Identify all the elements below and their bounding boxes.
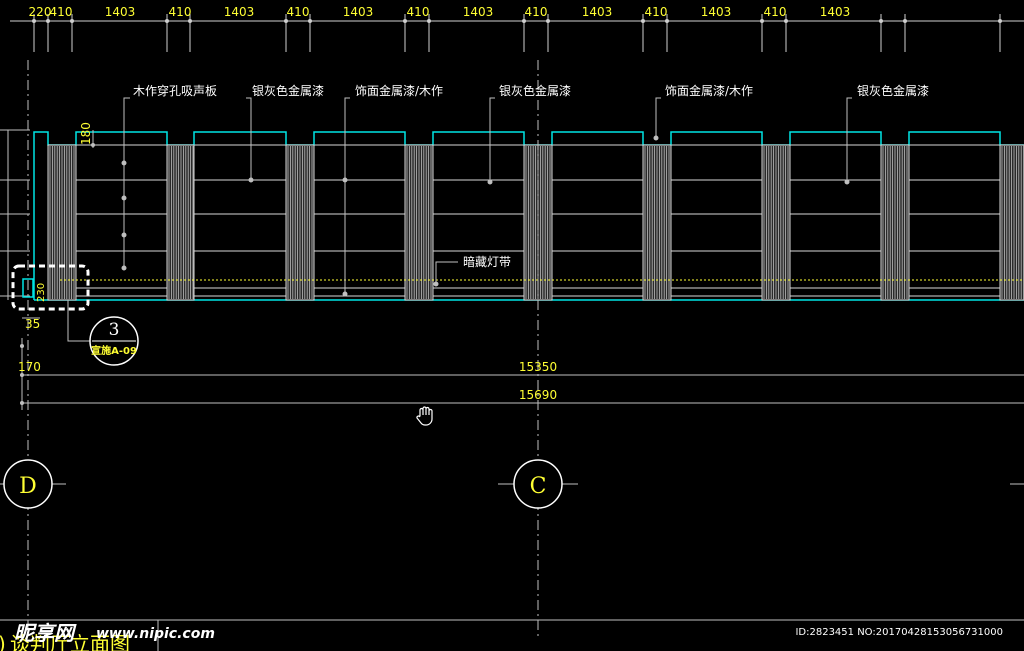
dim-15690: 15690 [519, 388, 557, 402]
dim-tick-dot [165, 19, 169, 23]
callout-perforated-panel: 木作穿孔吸声板 [133, 83, 217, 98]
small-dimensions: 35 170 [18, 317, 41, 410]
detail-marker[interactable]: 3 宣施A-09 [89, 316, 139, 366]
dim-tick-dot [70, 19, 74, 23]
detail-marker-number: 3 [109, 320, 120, 340]
watermark-url: www.nipic.com [96, 626, 215, 642]
overall-dimensions: 15350 15690 [20, 360, 1024, 404]
top-dim-label: 1403 [224, 5, 255, 19]
top-dim-label: 220 [29, 5, 52, 19]
watermark: 昵享网 www.nipic.com ID:2823451 NO:20170428… [14, 621, 1003, 645]
callout-hidden-light-strip: 暗藏灯带 [463, 254, 511, 269]
fluted-pilaster [404, 144, 434, 301]
top-dimension-chain: 220410 1403 410 1403 410 1403 410 1403 410 1403 41… [10, 5, 1024, 52]
dim-35: 35 [25, 317, 40, 331]
pan-hand-cursor-icon [416, 406, 433, 426]
dim-tick-dot [522, 19, 526, 23]
grid-axis-c: C [498, 459, 578, 509]
left-frame-lines [0, 60, 30, 640]
top-dim-label: 410 [169, 5, 192, 19]
fluted-pilaster [880, 144, 910, 301]
detail-leader [67, 300, 90, 342]
callout-silver-paint-3: 银灰色金属漆 [857, 83, 929, 98]
dim-tick-dot [546, 19, 550, 23]
fluted-pilaster [999, 144, 1024, 301]
fluted-pilaster [47, 144, 77, 301]
dim-tick-dot [308, 19, 312, 23]
dim-180: 180 [79, 122, 93, 145]
grid-axis-d-label: D [19, 474, 37, 499]
top-dim-label: 410 [407, 5, 430, 19]
top-dim-label: 410 [764, 5, 787, 19]
watermark-image-id: ID:2823451 NO:20170428153056731000 [795, 627, 1003, 638]
dim-tick-dot [998, 19, 1002, 23]
watermark-brand: 昵享网 [14, 621, 77, 645]
dim-tick-dot [188, 19, 192, 23]
callout-finish-paint-wood-2: 饰面金属漆/木作 [665, 83, 753, 98]
top-dim-label: 1403 [343, 5, 374, 19]
detail-marker-sheet: 宣施A-09 [91, 344, 137, 357]
top-dim-label: 1403 [582, 5, 613, 19]
fluted-pilaster [285, 144, 315, 301]
dim-tick-dot [665, 19, 669, 23]
top-dim-label: 410 [525, 5, 548, 19]
dim-15350: 15350 [519, 360, 557, 374]
fluted-pilaster [166, 144, 195, 301]
dim-tick-dot [46, 19, 50, 23]
dim-tick-dot [903, 19, 907, 23]
fluted-pilaster [761, 144, 791, 301]
drawing-title-prefix: ) [0, 632, 6, 651]
wall-elevation [33, 131, 1024, 301]
dim-230: 230 [36, 283, 47, 302]
top-dim-label: 410 [287, 5, 310, 19]
callout-silver-paint-1: 银灰色金属漆 [252, 83, 324, 98]
dim-tick-dot [760, 19, 764, 23]
dim-tick-dot [427, 19, 431, 23]
top-dim-label: 1403 [701, 5, 732, 19]
dim-tick-dot [784, 19, 788, 23]
dim-tick-dot [641, 19, 645, 23]
dim-tick-dot [403, 19, 407, 23]
fluted-pilaster [642, 144, 672, 301]
dim-tick-dot [284, 19, 288, 23]
top-dim-label: 1403 [820, 5, 851, 19]
top-dim-label: 410 [645, 5, 668, 19]
callout-silver-paint-2: 银灰色金属漆 [499, 83, 571, 98]
dim-tick-dot [879, 19, 883, 23]
grid-axis-c-label: C [530, 474, 547, 499]
top-dim-label: 1403 [105, 5, 136, 19]
top-dim-label: 410 [50, 5, 73, 19]
callout-finish-paint-wood-1: 饰面金属漆/木作 [355, 83, 443, 98]
grid-axis-d: D [0, 459, 66, 509]
cad-canvas[interactable]: 220410 1403 410 1403 410 1403 410 1403 410 1403 41… [0, 0, 1024, 651]
dim-tick-dot [32, 19, 36, 23]
dim-170: 170 [18, 360, 41, 374]
top-dim-label: 1403 [463, 5, 494, 19]
